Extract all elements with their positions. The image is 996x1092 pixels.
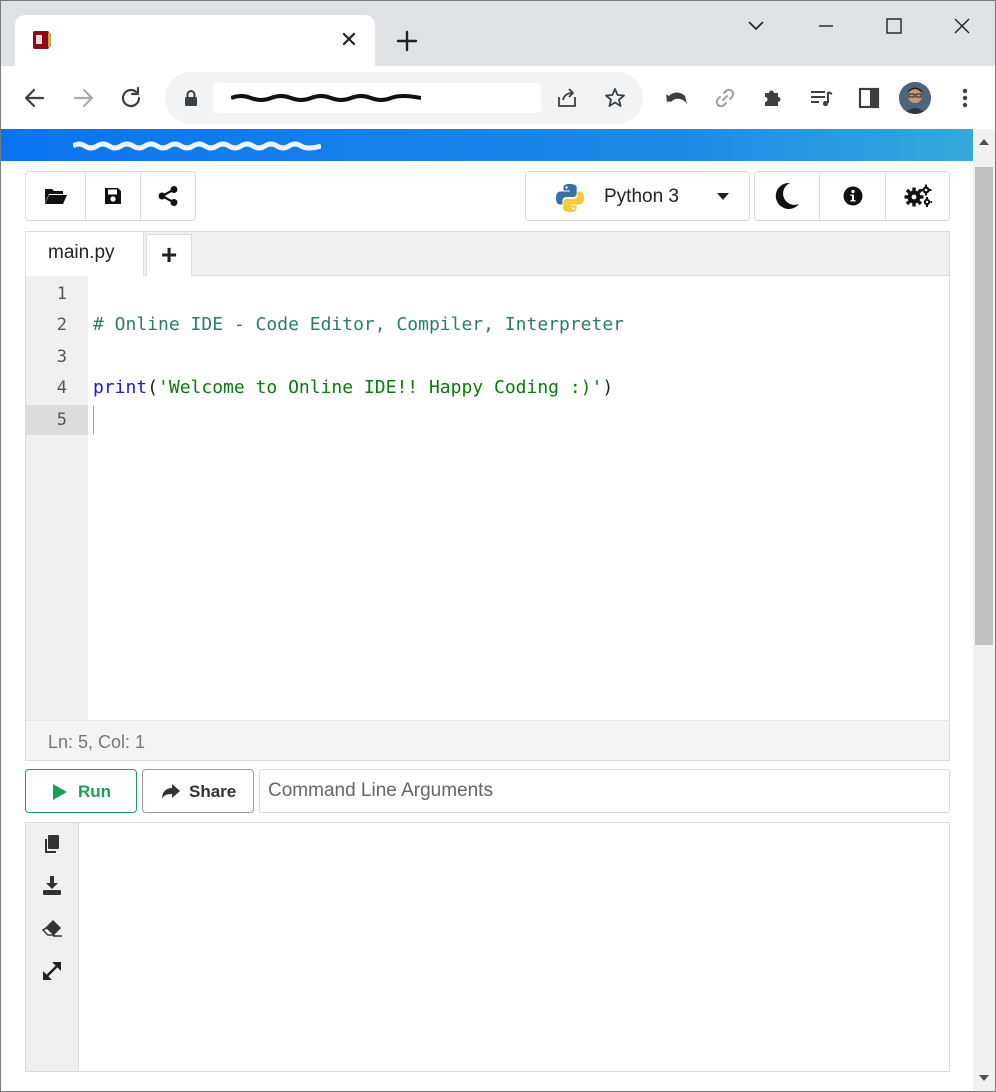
caret-down-icon bbox=[717, 193, 729, 200]
open-file-button[interactable] bbox=[26, 172, 86, 220]
code-string: 'Welcome to Online IDE!! Happy Coding :)… bbox=[158, 377, 603, 398]
code-editor: main.py + 1 2 3 4 5 # Online IDE - Code … bbox=[25, 231, 950, 761]
browser-window: ✕ Python 3 main.py + 1 2 3 4 5 # Online … bbox=[0, 0, 996, 1092]
share-code-button[interactable] bbox=[141, 172, 195, 220]
side-panel-icon[interactable] bbox=[855, 84, 883, 112]
expand-icon[interactable] bbox=[41, 960, 63, 982]
settings-actions-group bbox=[754, 171, 950, 221]
run-button[interactable]: Run bbox=[25, 769, 137, 813]
file-tab-main[interactable]: main.py bbox=[26, 232, 144, 276]
tab-close-icon[interactable]: ✕ bbox=[337, 28, 361, 52]
minimize-icon[interactable] bbox=[811, 11, 841, 41]
moon-icon bbox=[775, 182, 799, 209]
url-field[interactable] bbox=[213, 83, 541, 113]
folder-open-icon bbox=[44, 189, 67, 204]
new-tab-icon[interactable] bbox=[393, 27, 421, 55]
save-icon bbox=[105, 188, 121, 204]
forward-icon[interactable] bbox=[69, 84, 97, 112]
code-paren: ( bbox=[147, 377, 159, 398]
share-label: Share bbox=[189, 782, 237, 801]
text-cursor bbox=[93, 406, 94, 434]
line-number: 1 bbox=[56, 284, 67, 304]
tab-strip: ✕ bbox=[1, 1, 995, 67]
output-panel bbox=[25, 822, 950, 1072]
profile-photo bbox=[899, 82, 931, 114]
code-line-2: # Online IDE - Code Editor, Compiler, In… bbox=[93, 314, 625, 335]
extension-undo-icon[interactable] bbox=[663, 84, 691, 112]
share-arrow-icon bbox=[162, 784, 180, 799]
share-page-icon[interactable] bbox=[555, 86, 579, 110]
eraser-icon[interactable] bbox=[41, 917, 63, 939]
code-line-4: print('Welcome to Online IDE!! Happy Cod… bbox=[93, 373, 613, 403]
play-icon bbox=[53, 784, 67, 800]
lock-icon[interactable] bbox=[181, 88, 201, 108]
browser-tab[interactable]: ✕ bbox=[15, 15, 375, 67]
share-button[interactable]: Share bbox=[142, 769, 254, 813]
page-content: Python 3 main.py + 1 2 3 4 5 # Online ID… bbox=[1, 129, 973, 1091]
avatar[interactable] bbox=[899, 82, 931, 114]
link-icon[interactable] bbox=[711, 84, 739, 112]
add-file-tab-button[interactable]: + bbox=[146, 234, 192, 276]
info-button[interactable] bbox=[820, 172, 886, 220]
command-line-args-input[interactable] bbox=[259, 769, 950, 813]
browser-toolbar bbox=[1, 66, 995, 129]
code-text-area[interactable]: # Online IDE - Code Editor, Compiler, In… bbox=[88, 276, 949, 720]
redacted-banner-text bbox=[73, 141, 321, 151]
puzzle-icon[interactable] bbox=[759, 84, 787, 112]
kebab-menu-icon[interactable] bbox=[951, 84, 979, 112]
settings-button[interactable] bbox=[886, 172, 949, 220]
page-scrollbar[interactable] bbox=[973, 129, 995, 1091]
site-favicon bbox=[33, 31, 51, 49]
line-gutter: 1 2 3 4 5 bbox=[26, 276, 88, 720]
output-toolbar bbox=[26, 823, 79, 1071]
line-number: 3 bbox=[56, 347, 67, 367]
copy-icon[interactable] bbox=[41, 833, 63, 855]
address-bar[interactable] bbox=[165, 72, 643, 124]
code-keyword: print bbox=[93, 377, 148, 398]
file-tabs: main.py + bbox=[26, 232, 949, 276]
run-label: Run bbox=[78, 782, 112, 801]
info-icon bbox=[843, 186, 862, 206]
close-icon[interactable] bbox=[947, 11, 977, 41]
star-icon[interactable] bbox=[603, 86, 627, 110]
code-paren: ) bbox=[602, 377, 614, 398]
reload-icon[interactable] bbox=[117, 84, 145, 112]
scroll-down-icon[interactable] bbox=[979, 1075, 989, 1081]
line-number-active: 5 bbox=[26, 405, 88, 435]
cursor-status: Ln: 5, Col: 1 bbox=[26, 720, 949, 760]
gears-icon bbox=[904, 184, 932, 207]
language-select[interactable]: Python 3 bbox=[525, 171, 750, 221]
scroll-up-icon[interactable] bbox=[979, 139, 989, 145]
download-icon[interactable] bbox=[41, 875, 63, 897]
language-label: Python 3 bbox=[604, 186, 679, 207]
dark-mode-button[interactable] bbox=[755, 172, 820, 220]
line-number: 2 bbox=[56, 315, 67, 335]
share-nodes-icon bbox=[158, 186, 178, 206]
scrollbar-thumb[interactable] bbox=[975, 167, 993, 645]
save-file-button[interactable] bbox=[86, 172, 141, 220]
reading-list-icon[interactable] bbox=[807, 84, 835, 112]
chevron-down-icon[interactable] bbox=[741, 11, 771, 41]
site-banner bbox=[1, 129, 973, 161]
line-number: 4 bbox=[56, 378, 67, 398]
file-actions-group bbox=[25, 171, 196, 221]
maximize-icon[interactable] bbox=[879, 11, 909, 41]
redacted-url bbox=[231, 94, 421, 102]
python-icon bbox=[556, 184, 584, 212]
back-icon[interactable] bbox=[21, 84, 49, 112]
